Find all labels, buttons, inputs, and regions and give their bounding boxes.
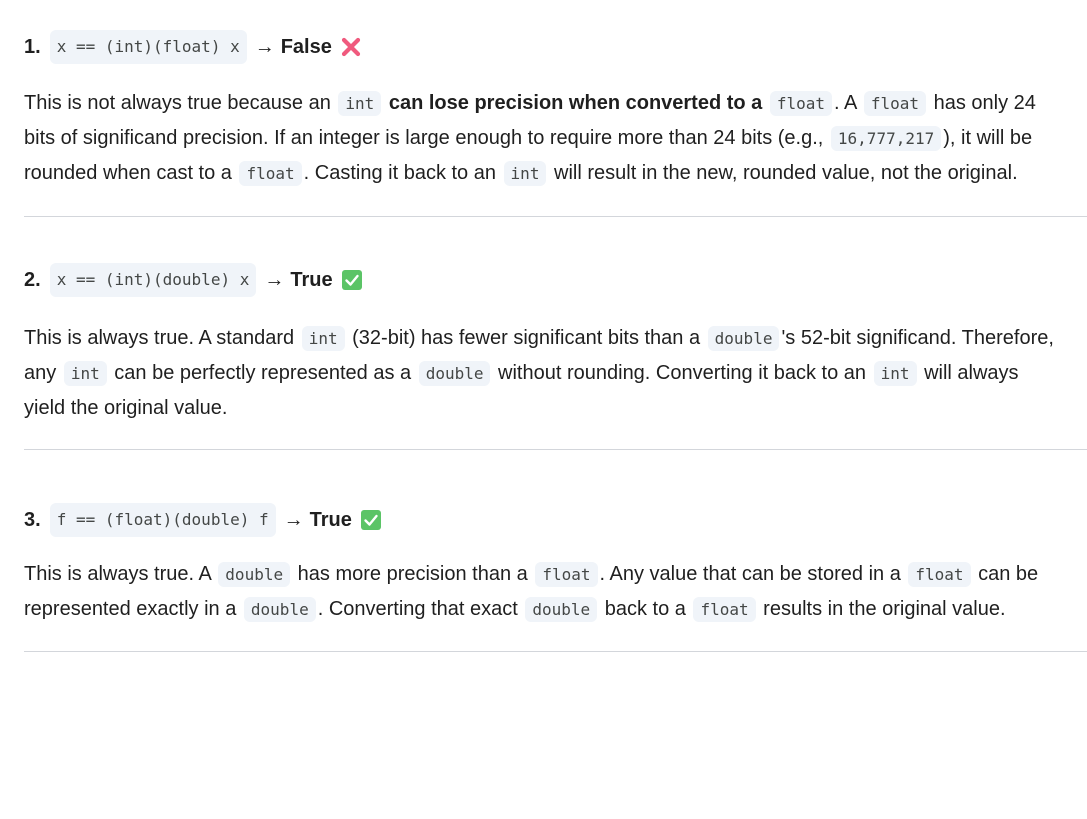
inline-code: double — [243, 597, 316, 622]
section-1-heading: 1. x == (int)(float) x → False — [24, 30, 1063, 64]
check-mark-icon — [341, 270, 362, 290]
inline-code: 16,777,217 — [830, 126, 942, 151]
cross-mark-icon — [341, 37, 360, 57]
inline-code: float — [908, 562, 971, 587]
section-1: 1. x == (int)(float) x → False This is n… — [24, 30, 1063, 191]
section-2-heading: 2. x == (int)(double) x → True — [24, 263, 1063, 297]
arrow: → — [264, 269, 285, 291]
expression-code: x == (int)(double) x — [49, 263, 257, 297]
section-divider — [24, 449, 1087, 450]
section-2-paragraph: This is always true. A standard int (32-… — [24, 326, 1054, 419]
section-divider — [24, 216, 1087, 217]
inline-code: int — [873, 361, 917, 386]
answer-content: 1. x == (int)(float) x → False This is n… — [0, 30, 1087, 652]
section-3-heading: 3. f == (float)(double) f → True — [24, 503, 1063, 537]
inline-code: int — [301, 326, 345, 351]
inline-code: float — [535, 562, 598, 587]
inline-code: double — [525, 597, 598, 622]
inline-code: double — [707, 326, 780, 351]
item-number: 3. — [24, 509, 41, 531]
inline-code: float — [769, 91, 833, 116]
item-number: 1. — [24, 36, 41, 58]
section-3: 3. f == (float)(double) f → True This is… — [24, 503, 1063, 627]
inline-code: float — [693, 597, 756, 622]
verdict-text: True — [290, 269, 333, 291]
inline-code: double — [418, 361, 491, 386]
arrow: → — [283, 509, 304, 531]
item-number: 2. — [24, 269, 41, 291]
expression-code: x == (int)(float) x — [49, 30, 247, 64]
inline-code: int — [503, 161, 547, 186]
emphasis-text: can lose precision when converted to a — [388, 92, 763, 114]
inline-code: double — [218, 562, 291, 587]
inline-code: int — [63, 361, 107, 386]
arrow: → — [254, 36, 275, 58]
section-3-paragraph: This is always true. A double has more p… — [24, 562, 1039, 622]
inline-code: float — [863, 91, 927, 116]
verdict-text: False — [280, 36, 332, 58]
expression-code: f == (float)(double) f — [49, 503, 276, 537]
section-2: 2. x == (int)(double) x → True This is a… — [24, 263, 1063, 425]
section-1-paragraph: This is not always true because an int c… — [24, 91, 1036, 186]
section-divider — [24, 651, 1087, 652]
verdict-text: True — [309, 509, 352, 531]
inline-code: float — [239, 161, 302, 186]
check-mark-icon — [360, 510, 381, 530]
inline-code: int — [338, 91, 382, 116]
